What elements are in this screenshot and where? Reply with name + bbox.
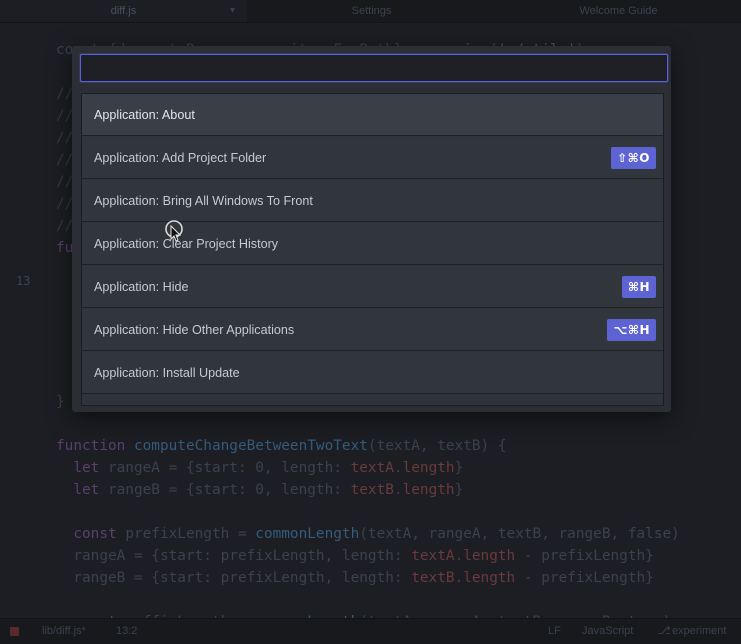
code-token: . <box>454 570 464 586</box>
code-token: length <box>402 482 455 498</box>
code-token: rangeA = {start: prefixLength, length: <box>56 548 412 564</box>
code-token: fu <box>56 240 74 256</box>
code-token: } <box>56 394 65 410</box>
code-line: const prefixLength = commonLength(textA,… <box>56 523 680 545</box>
code-token: textB <box>411 570 455 586</box>
code-token: (textA, textB) { <box>367 438 507 454</box>
code-token: length <box>463 548 516 564</box>
status-file-path[interactable]: lib/diff.js* <box>42 619 86 644</box>
command-list[interactable]: Application: About Application: Add Proje… <box>81 93 664 406</box>
code-token: . <box>393 460 403 476</box>
keybinding-badge: ⌥⌘H <box>607 319 656 341</box>
command-label: Application: Bring All Windows To Front <box>94 194 313 208</box>
command-list-item[interactable]: Application: Bring All Windows To Front <box>82 180 663 222</box>
code-token: - prefixLength} <box>515 548 654 564</box>
tab-label: Settings <box>351 5 392 17</box>
code-line: } <box>56 391 65 413</box>
code-token: rangeB = {start: 0, length: <box>107 482 351 498</box>
code-token: // <box>56 86 74 102</box>
gutter-line-number: 13 <box>16 274 31 288</box>
command-list-item[interactable]: Application: Hide ⌘H <box>82 266 663 308</box>
tab-bar: diff.js ▾ Settings Welcome Guide <box>0 0 741 23</box>
tab-welcome-guide[interactable]: Welcome Guide <box>496 0 741 22</box>
code-token: function <box>56 438 134 454</box>
tab-settings[interactable]: Settings <box>248 0 495 22</box>
code-token: prefixLength = <box>125 526 256 542</box>
code-line: function computeChangeBetweenTwoText(tex… <box>56 435 507 457</box>
keybinding-badge: ⌘H <box>621 276 656 298</box>
keybinding-badge: ⇧⌘O <box>611 147 656 169</box>
command-palette: Application: About Application: Add Proje… <box>72 46 671 412</box>
status-bar: lib/diff.js* 13:2 LF JavaScript ⎇ experi… <box>0 618 741 644</box>
code-line: let rangeA = {start: 0, length: textA.le… <box>56 457 463 479</box>
code-line: let rangeB = {start: 0, length: textB.le… <box>56 479 463 501</box>
code-token: textA <box>411 548 455 564</box>
status-branch[interactable]: experiment <box>672 619 726 644</box>
code-token: let <box>73 482 108 498</box>
code-token: length <box>463 570 516 586</box>
tab-label: diff.js <box>110 5 137 17</box>
command-list-item[interactable]: Application: Hide Other Applications ⌥⌘H <box>82 309 663 351</box>
code-token: computeChangeBetweenTwoText <box>133 438 368 454</box>
code-token: const <box>73 526 126 542</box>
code-token: - prefixLength} <box>515 570 654 586</box>
code-line: // <box>56 105 73 127</box>
code-token: . <box>454 548 464 564</box>
tab-diff-js[interactable]: diff.js ▾ <box>0 0 247 22</box>
code-token: } <box>454 460 464 476</box>
status-grammar[interactable]: JavaScript <box>582 619 633 644</box>
branch-icon: ⎇ <box>658 625 671 637</box>
code-line: // <box>56 215 73 237</box>
code-token: textA <box>350 460 394 476</box>
code-line: rangeB = {start: prefixLength, length: t… <box>56 567 654 589</box>
code-token: // <box>56 218 74 234</box>
code-line: // <box>56 83 73 105</box>
code-token: (textA, rangeA, textB, rangeB, false) <box>359 526 680 542</box>
code-token: rangeB = {start: prefixLength, length: <box>56 570 412 586</box>
command-label: Application: Clear Project History <box>94 237 279 251</box>
code-token: textB <box>350 482 394 498</box>
code-token: commonLength <box>255 526 360 542</box>
code-token: let <box>73 460 108 476</box>
code-token: length <box>402 460 455 476</box>
code-token: . <box>393 482 403 498</box>
code-line: rangeA = {start: prefixLength, length: t… <box>56 545 654 567</box>
code-token: rangeA = {start: 0, length: <box>107 460 351 476</box>
mouse-cursor-icon <box>165 220 183 242</box>
command-list-item[interactable]: Application: Install Update <box>82 352 663 394</box>
code-token: // <box>56 108 74 124</box>
command-label: Application: Install Update <box>94 366 240 380</box>
git-status-icon <box>10 627 19 636</box>
code-token: } <box>454 482 464 498</box>
tab-label: Welcome Guide <box>579 5 658 17</box>
status-cursor-position[interactable]: 13:2 <box>116 619 137 644</box>
command-label: Application: Hide Other Applications <box>94 323 295 337</box>
command-label: Application: Hide <box>94 280 189 294</box>
status-line-ending[interactable]: LF <box>548 619 561 644</box>
command-label: Application: Add Project Folder <box>94 151 267 165</box>
tab-modified-indicator-icon[interactable]: ▾ <box>230 0 235 22</box>
command-label: Application: About <box>94 108 195 122</box>
command-list-item[interactable]: Application: Add Project Folder ⇧⌘O <box>82 137 663 179</box>
code-line: fu <box>56 237 73 259</box>
command-palette-search-input[interactable] <box>80 54 668 82</box>
command-list-item[interactable]: Application: About <box>82 94 663 136</box>
